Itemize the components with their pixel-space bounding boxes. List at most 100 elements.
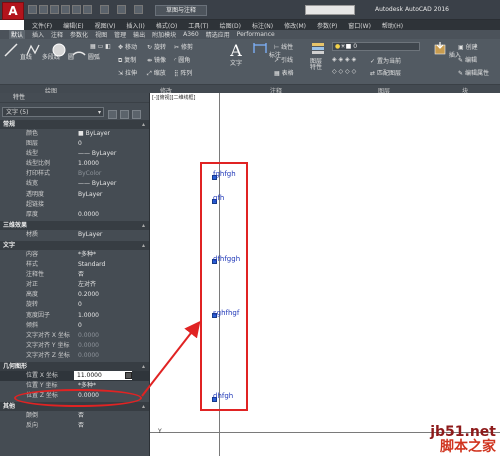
layer-tools-icons-2[interactable]: ◇ ◇ ◇ ◇ <box>332 68 356 75</box>
menu-draw[interactable]: 绘图(D) <box>220 21 241 30</box>
property-row[interactable]: 打印样式 ByColor <box>0 169 149 179</box>
layer-tools-icons[interactable]: ◈ ◈ ◈ ◈ <box>332 56 356 63</box>
collapse-chevron-icon[interactable]: ▴ <box>142 402 145 411</box>
toggle-pickadd-icon[interactable] <box>108 110 117 119</box>
quick-select-icon[interactable] <box>132 110 141 119</box>
new-icon[interactable] <box>28 5 37 14</box>
workspace-dropdown[interactable]: 草图与注释 <box>155 5 207 16</box>
linear-dim-button[interactable]: ⊢ 线性 <box>274 42 293 51</box>
section-header[interactable]: 文字 ▴ <box>0 240 149 250</box>
property-row[interactable]: 透明度 ByLayer <box>0 190 149 200</box>
menu-parametric[interactable]: 参数(P) <box>317 21 337 30</box>
text-button[interactable]: A 文字 <box>230 41 242 67</box>
property-row[interactable]: 对正 左对齐 <box>0 280 149 290</box>
menu-file[interactable]: 文件(F) <box>32 21 52 30</box>
select-objects-icon[interactable] <box>120 110 129 119</box>
menu-help[interactable]: 帮助(H) <box>382 21 403 30</box>
draw-tools-icons[interactable]: ▦ ▭ ◧ <box>90 43 111 50</box>
tab-manage[interactable]: 管理 <box>114 30 126 39</box>
section-header[interactable]: 三维效果 ▴ <box>0 220 149 230</box>
text-object-5[interactable]: dhfgh <box>213 392 233 400</box>
move-button[interactable]: ✥ 移动 <box>118 42 137 51</box>
section-header[interactable]: 常规 ▴ <box>0 120 149 129</box>
array-button[interactable]: ⣿ 阵列 <box>174 68 192 77</box>
calculator-icon[interactable] <box>125 371 132 379</box>
property-row[interactable]: 线型 —— ByLayer <box>0 149 149 159</box>
property-row[interactable]: 高度 0.2000 <box>0 290 149 300</box>
text-object-2[interactable]: gfh <box>213 194 224 202</box>
property-row[interactable]: 颠倒 否 <box>0 411 149 421</box>
circle-button[interactable]: 圆 <box>52 43 74 61</box>
property-row[interactable]: 文字对齐 Z 坐标 0.0000 <box>0 351 149 361</box>
tab-insert[interactable]: 插入 <box>32 30 44 39</box>
drawing-canvas[interactable]: [-][俯视][二维线框] fghfgh gfh dfhfggh sghfhgf… <box>150 93 500 456</box>
save-icon[interactable] <box>50 5 59 14</box>
insert-block-button[interactable]: 插入 <box>433 41 461 59</box>
property-row[interactable]: 倾斜 0 <box>0 321 149 331</box>
make-current-button[interactable]: ✓ 置为当前 <box>370 56 401 65</box>
menu-modify[interactable]: 修改(M) <box>284 21 306 30</box>
copy-button[interactable]: ⧉ 复制 <box>118 55 136 65</box>
stretch-button[interactable]: ⇲ 拉伸 <box>118 68 137 77</box>
save-as-icon[interactable] <box>61 5 70 14</box>
redo-icon[interactable] <box>100 5 109 14</box>
section-header[interactable]: 几何图形 ▴ <box>0 361 149 371</box>
scale-button[interactable]: ⤢ 缩放 <box>147 68 166 78</box>
undo-icon[interactable] <box>83 5 92 14</box>
tab-performance[interactable]: Performance <box>237 31 275 38</box>
match-layer-button[interactable]: ⇄ 匹配图层 <box>370 68 401 77</box>
collapse-chevron-icon[interactable]: ▴ <box>142 221 145 230</box>
tab-view[interactable]: 视图 <box>95 30 107 39</box>
menu-insert[interactable]: 插入(I) <box>126 21 144 30</box>
menu-window[interactable]: 窗口(W) <box>348 21 371 30</box>
dropdown-chevron-icon[interactable] <box>134 5 143 14</box>
text-object-4[interactable]: sghfhgf <box>213 309 239 317</box>
property-row[interactable]: 线宽 —— ByLayer <box>0 179 149 189</box>
create-block-button[interactable]: ▣ 创建 <box>458 42 478 51</box>
search-input[interactable] <box>305 5 355 15</box>
property-row[interactable]: 厚度 0.0000 <box>0 210 149 220</box>
property-row[interactable]: 文字对齐 X 坐标 0.0000 <box>0 331 149 341</box>
property-row[interactable]: 注释性 否 <box>0 270 149 280</box>
property-row[interactable]: 图层 0 <box>0 139 149 149</box>
open-icon[interactable] <box>39 5 48 14</box>
text-object-3[interactable]: dfhfggh <box>213 255 240 263</box>
edit-attributes-button[interactable]: ✎ 编辑属性 <box>458 68 489 77</box>
layer-properties-button[interactable]: 图层特性 <box>309 41 327 71</box>
property-row[interactable]: 宽度因子 1.0000 <box>0 311 149 321</box>
property-row[interactable]: 旋转 0 <box>0 300 149 310</box>
tab-home[interactable]: 默认 <box>9 30 26 39</box>
collapse-chevron-icon[interactable]: ▴ <box>142 120 145 129</box>
edit-block-button[interactable]: ✎ 编辑 <box>458 55 477 64</box>
application-menu-button[interactable]: A <box>2 2 24 20</box>
layer-dropdown[interactable]: ●☀■ 0 <box>332 42 420 51</box>
viewport-controls[interactable]: [-][俯视][二维线框] <box>152 94 196 101</box>
tab-a360[interactable]: A360 <box>183 31 199 38</box>
property-row[interactable]: 样式 Standard <box>0 260 149 270</box>
rotate-button[interactable]: ↻ 旋转 <box>147 42 166 51</box>
fillet-button[interactable]: ◜ 圆角 <box>174 55 190 64</box>
menu-tools[interactable]: 工具(T) <box>188 21 208 30</box>
property-row[interactable]: 反向 否 <box>0 421 149 431</box>
property-row[interactable]: 超链接 <box>0 200 149 210</box>
mirror-button[interactable]: ⇹ 镜像 <box>147 55 166 64</box>
property-row[interactable]: 材质 ByLayer <box>0 230 149 240</box>
tab-parametric[interactable]: 参数化 <box>70 30 88 39</box>
collapse-chevron-icon[interactable]: ▴ <box>142 362 145 371</box>
menu-dimension[interactable]: 标注(N) <box>252 21 273 30</box>
menu-view[interactable]: 视图(V) <box>95 21 116 30</box>
position-x-input[interactable]: 11.0000 <box>74 370 132 380</box>
text-object-1[interactable]: fghfgh <box>213 170 236 178</box>
property-row[interactable]: 线型比例 1.0000 <box>0 159 149 169</box>
menu-edit[interactable]: 编辑(E) <box>63 21 83 30</box>
tab-featured-apps[interactable]: 精选应用 <box>206 30 230 39</box>
tab-output[interactable]: 输出 <box>133 30 145 39</box>
share-icon[interactable] <box>117 5 126 14</box>
property-row[interactable]: 颜色 ■ ByLayer <box>0 129 149 139</box>
property-row[interactable]: 文字对齐 Y 坐标 0.0000 <box>0 341 149 351</box>
table-button[interactable]: ▦ 表格 <box>274 68 294 77</box>
tab-annotate[interactable]: 注释 <box>51 30 63 39</box>
leader-button[interactable]: ↗ 引线 <box>274 55 293 64</box>
collapse-chevron-icon[interactable]: ▴ <box>142 241 145 250</box>
tab-addins[interactable]: 附加模块 <box>152 30 176 39</box>
